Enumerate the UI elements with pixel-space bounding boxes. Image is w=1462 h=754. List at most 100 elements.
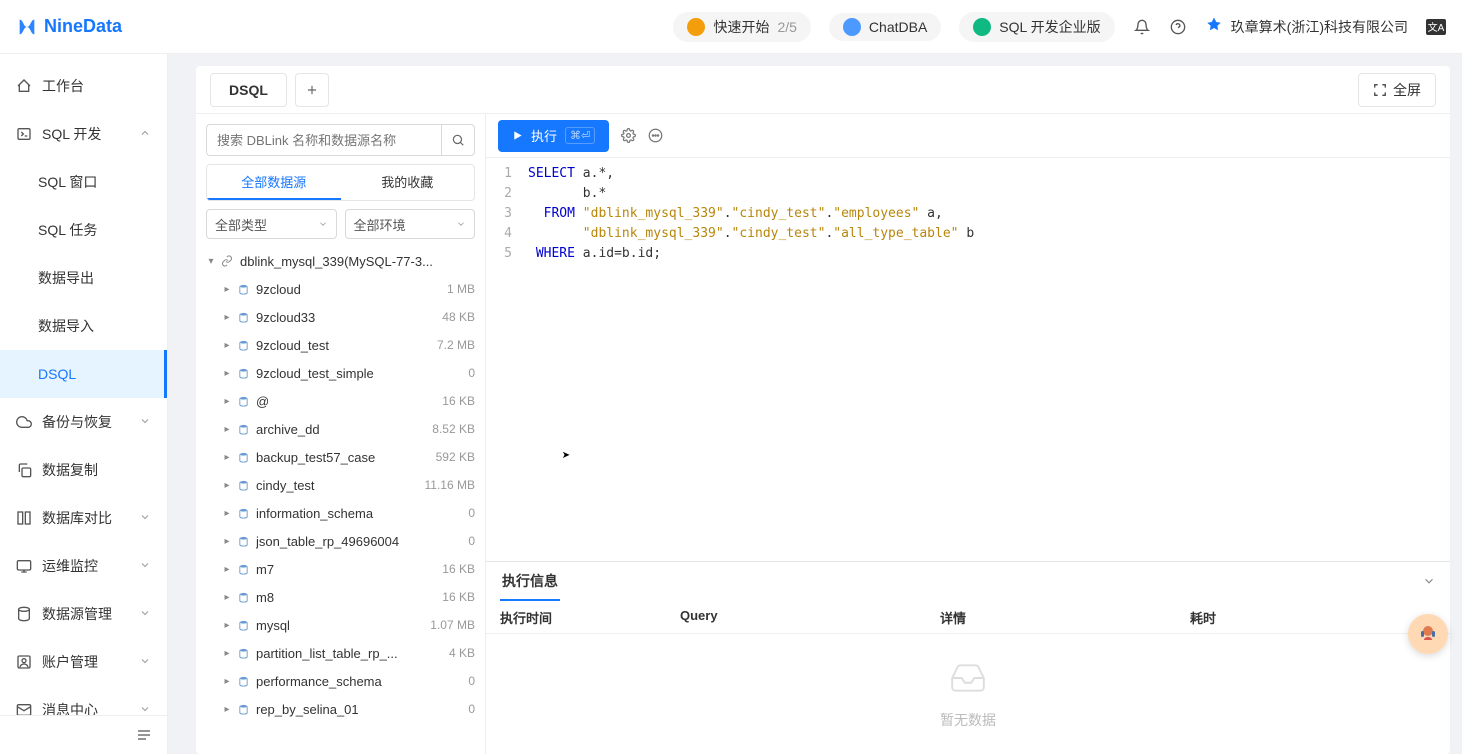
quickstart-pill[interactable]: 快速开始 2/5 — [673, 12, 810, 42]
caret-right-icon: ▸ — [220, 564, 234, 575]
bell-icon[interactable] — [1133, 18, 1151, 36]
globe-icon — [973, 18, 991, 36]
sidebar-item-replicate[interactable]: 数据复制 — [0, 446, 167, 494]
more-icon[interactable] — [648, 128, 663, 143]
edition-pill[interactable]: SQL 开发企业版 — [959, 12, 1114, 42]
sidebar-item-export[interactable]: 数据导出 — [0, 254, 167, 302]
seg-all-datasources[interactable]: 全部数据源 — [207, 165, 341, 200]
db-name: performance_schema — [256, 674, 462, 689]
db-size: 48 KB — [442, 310, 475, 324]
col-detail: 详情 — [940, 608, 1190, 627]
logo[interactable]: NineData — [16, 16, 122, 38]
caret-right-icon: ▸ — [220, 284, 234, 295]
run-shortcut: ⌘⏎ — [565, 127, 595, 144]
exec-info-tab[interactable]: 执行信息 — [500, 563, 560, 601]
datasource-explorer: 全部数据源 我的收藏 全部类型 全部环境 — [196, 114, 486, 754]
db-name: m7 — [256, 562, 436, 577]
filter-env-select[interactable]: 全部环境 — [345, 209, 476, 239]
tree-db-item[interactable]: ▸partition_list_table_rp_...4 KB — [202, 639, 479, 667]
sidebar-item-sqldev[interactable]: SQL 开发 — [0, 110, 167, 158]
filter-type-select[interactable]: 全部类型 — [206, 209, 337, 239]
search-input[interactable] — [206, 124, 441, 156]
settings-icon[interactable] — [621, 128, 636, 143]
tree-db-item[interactable]: ▸9zcloud1 MB — [202, 275, 479, 303]
caret-right-icon: ▸ — [220, 592, 234, 603]
sidebar-item-sqltask[interactable]: SQL 任务 — [0, 206, 167, 254]
sidebar-item-backup[interactable]: 备份与恢复 — [0, 398, 167, 446]
db-size: 16 KB — [442, 562, 475, 576]
sidebar-item-workbench[interactable]: 工作台 — [0, 62, 167, 110]
sidebar-item-label: 消息中心 — [42, 700, 98, 715]
db-name: 9zcloud33 — [256, 310, 436, 325]
org-switcher[interactable]: 玖章算术(浙江)科技有限公司 — [1205, 16, 1408, 37]
run-button[interactable]: 执行 ⌘⏎ — [498, 120, 609, 152]
tree-db-item[interactable]: ▸m816 KB — [202, 583, 479, 611]
editor-tabs-bar: DSQL 全屏 — [196, 66, 1450, 114]
exec-empty-state: 暂无数据 — [486, 634, 1450, 754]
database-icon — [236, 422, 250, 436]
db-name: mysql — [256, 618, 424, 633]
sidebar-item-import[interactable]: 数据导入 — [0, 302, 167, 350]
db-size: 8.52 KB — [432, 422, 475, 436]
sidebar-item-sqlwin[interactable]: SQL 窗口 — [0, 158, 167, 206]
sidebar: 工作台SQL 开发SQL 窗口 SQL 任务数据导出数据导入 DSQL 备份与恢复数据… — [0, 54, 168, 754]
sidebar-item-message[interactable]: 消息中心 — [0, 686, 167, 715]
tree-db-item[interactable]: ▸9zcloud3348 KB — [202, 303, 479, 331]
db-name: information_schema — [256, 506, 462, 521]
quickstart-label: 快速开始 — [713, 17, 769, 37]
tree-db-item[interactable]: ▸json_table_rp_496960040 — [202, 527, 479, 555]
tree-db-item[interactable]: ▸9zcloud_test_simple0 — [202, 359, 479, 387]
search-button[interactable] — [441, 124, 475, 156]
language-toggle[interactable]: 文A — [1426, 19, 1446, 35]
tree-db-item[interactable]: ▸information_schema0 — [202, 499, 479, 527]
db-name: json_table_rp_49696004 — [256, 534, 462, 549]
caret-right-icon: ▸ — [220, 480, 234, 491]
sidebar-item-account[interactable]: 账户管理 — [0, 638, 167, 686]
sql-editor[interactable]: 12345 SELECT a.*, b.* FROM "dblink_mysql… — [486, 158, 1450, 561]
caret-right-icon: ▸ — [220, 368, 234, 379]
chevron-down-icon — [139, 606, 151, 622]
collapse-panel-icon[interactable] — [1422, 574, 1436, 591]
sidebar-item-datasource[interactable]: 数据源管理 — [0, 590, 167, 638]
logo-text: NineData — [44, 16, 122, 37]
tab-dsql[interactable]: DSQL — [210, 73, 287, 107]
col-cost: 耗时 — [1190, 608, 1436, 627]
tree-db-item[interactable]: ▸mysql1.07 MB — [202, 611, 479, 639]
sidebar-item-dsql[interactable]: DSQL — [0, 350, 167, 398]
help-icon[interactable] — [1169, 18, 1187, 36]
tree-db-item[interactable]: ▸cindy_test11.16 MB — [202, 471, 479, 499]
database-icon — [236, 618, 250, 632]
db-name: 9zcloud — [256, 282, 441, 297]
db-size: 4 KB — [449, 646, 475, 660]
database-icon — [236, 590, 250, 604]
tree-root[interactable]: ▾dblink_mysql_339(MySQL-77-3... — [202, 247, 479, 275]
sidebar-item-label: 数据复制 — [42, 460, 98, 480]
chevron-down-icon — [318, 219, 328, 229]
support-button[interactable] — [1408, 614, 1448, 654]
tree-db-item[interactable]: ▸archive_dd8.52 KB — [202, 415, 479, 443]
add-tab-button[interactable] — [295, 73, 329, 107]
seg-favorites[interactable]: 我的收藏 — [341, 165, 475, 200]
headset-icon — [1416, 622, 1440, 646]
tree-db-item[interactable]: ▸performance_schema0 — [202, 667, 479, 695]
tree-db-item[interactable]: ▸ m7 16 KB — [202, 555, 479, 583]
database-icon — [236, 338, 250, 352]
db-size: 0 — [468, 506, 475, 520]
sidebar-item-compare[interactable]: 数据库对比 — [0, 494, 167, 542]
sidebar-item-monitor[interactable]: 运维监控 — [0, 542, 167, 590]
link-icon — [220, 254, 234, 268]
chatdba-pill[interactable]: ChatDBA — [829, 13, 941, 41]
tree-db-item[interactable]: ▸@16 KB — [202, 387, 479, 415]
empty-text: 暂无数据 — [940, 710, 996, 730]
tree-db-item[interactable]: ▸backup_test57_case592 KB — [202, 443, 479, 471]
sidebar-item-label: DSQL — [38, 366, 76, 382]
tree-db-item[interactable]: ▸9zcloud_test7.2 MB — [202, 331, 479, 359]
database-icon — [236, 674, 250, 688]
chevron-down-icon — [456, 219, 466, 229]
sidebar-item-label: 数据源管理 — [42, 604, 112, 624]
sidebar-item-label: SQL 任务 — [38, 220, 97, 240]
collapse-sidebar-icon[interactable] — [135, 726, 153, 744]
tree-db-item[interactable]: ▸rep_by_selina_010 — [202, 695, 479, 723]
mouse-cursor-icon: ➤ — [562, 446, 570, 466]
fullscreen-button[interactable]: 全屏 — [1358, 73, 1436, 107]
